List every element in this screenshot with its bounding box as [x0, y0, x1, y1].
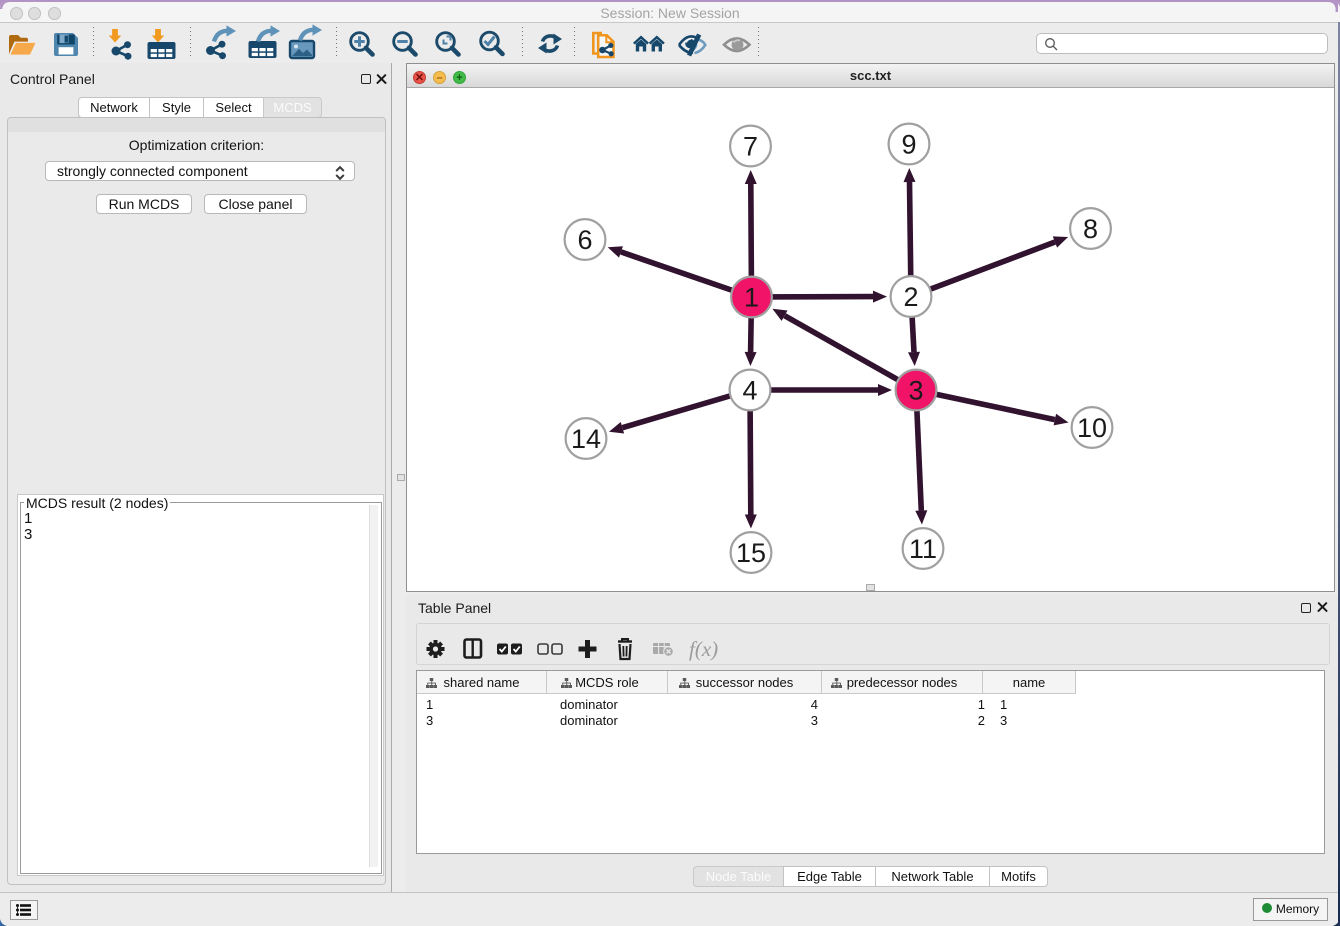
- svg-text:14: 14: [571, 424, 601, 454]
- svg-text:3: 3: [908, 376, 923, 406]
- svg-text:11: 11: [909, 534, 937, 564]
- svg-text:10: 10: [1077, 413, 1107, 443]
- svg-text:f(x): f(x): [689, 637, 718, 661]
- svg-text:6: 6: [577, 225, 592, 255]
- svg-text:15: 15: [736, 538, 766, 568]
- svg-text:2: 2: [903, 282, 918, 312]
- svg-text:4: 4: [742, 376, 757, 406]
- svg-text:8: 8: [1083, 214, 1098, 244]
- svg-text:9: 9: [901, 130, 916, 160]
- svg-text:7: 7: [743, 132, 758, 162]
- svg-text:1: 1: [744, 283, 759, 313]
